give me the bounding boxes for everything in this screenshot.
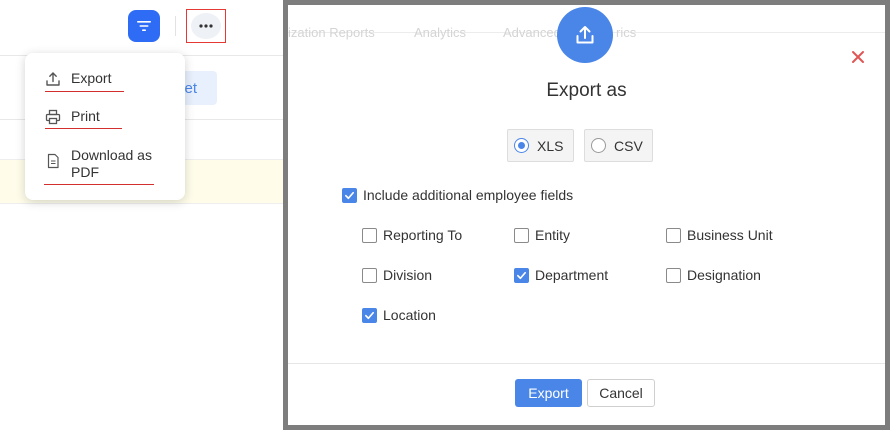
export-header-badge (557, 7, 613, 63)
menu-item-label: Export (71, 70, 112, 86)
filter-button[interactable] (128, 10, 160, 42)
checkbox-checked (362, 307, 377, 323)
format-label: XLS (537, 137, 564, 154)
format-label: CSV (614, 137, 643, 154)
upload-icon (46, 72, 60, 86)
field-checkbox-entity[interactable]: Entity (514, 227, 570, 243)
background-tab: Advanced (503, 25, 561, 40)
field-checkbox-business-unit[interactable]: Business Unit (666, 227, 773, 243)
filter-icon (137, 21, 151, 31)
checkbox-unchecked (666, 267, 681, 283)
background-tab: Analytics (414, 25, 467, 40)
export-button[interactable]: Export (515, 379, 582, 407)
dialog-title: Export as (546, 80, 627, 101)
checkbox-unchecked (666, 227, 681, 243)
upload-icon (576, 26, 594, 44)
background-button-label: et (184, 79, 197, 97)
background-tab: ization Reports (288, 25, 375, 40)
checkbox-label: Include additional employee fields (363, 187, 574, 203)
field-checkbox-reporting-to[interactable]: Reporting To (362, 227, 462, 243)
format-option-csv[interactable]: CSV (584, 129, 653, 162)
field-checkbox-designation[interactable]: Designation (666, 267, 761, 283)
field-checkbox-location[interactable]: Location (362, 307, 436, 323)
checkbox-unchecked (362, 267, 377, 283)
more-options-button[interactable] (186, 9, 226, 43)
checkbox-checked (514, 267, 529, 283)
checkbox-label: Entity (535, 227, 571, 243)
checkbox-label: Reporting To (383, 227, 463, 243)
check-icon (365, 311, 374, 319)
left-panel: et Export Print Download as PDF (0, 0, 283, 430)
checkbox-label: Designation (687, 267, 761, 283)
checkbox-label: Department (535, 267, 609, 283)
check-icon (517, 271, 526, 279)
menu-item-export[interactable]: Export (45, 70, 111, 87)
radio-unselected (591, 138, 606, 153)
checkbox-unchecked (514, 227, 529, 243)
check-icon (345, 191, 354, 199)
footer-divider (288, 363, 885, 364)
checkbox-label: Business Unit (687, 227, 773, 243)
more-dots-icon (199, 24, 213, 28)
printer-icon (45, 109, 61, 125)
checkbox-unchecked (362, 227, 377, 243)
checkbox-label: Location (383, 307, 436, 323)
document-icon (47, 153, 59, 169)
annotation-underline (45, 128, 122, 129)
menu-item-label: Download as PDF (71, 147, 152, 180)
format-option-xls[interactable]: XLS (507, 129, 574, 162)
more-options-menu: Export Print Download as PDF (25, 53, 185, 200)
export-dialog: ization Reports Analytics Advanced rics … (288, 5, 885, 425)
field-checkbox-department[interactable]: Department (514, 267, 608, 283)
toolbar-divider (175, 16, 176, 36)
more-button-bg (191, 13, 221, 39)
checkbox-label: Division (383, 267, 433, 283)
annotation-underline (45, 91, 124, 92)
menu-item-download-pdf[interactable]: Download as PDF (45, 147, 165, 181)
radio-selected (514, 138, 529, 153)
field-checkbox-division[interactable]: Division (362, 267, 432, 283)
include-fields-checkbox[interactable]: Include additional employee fields (342, 187, 573, 203)
cancel-button[interactable]: Cancel (587, 379, 655, 407)
close-icon[interactable] (850, 49, 866, 65)
background-tab: rics (616, 25, 637, 40)
menu-item-label: Print (71, 108, 100, 124)
annotation-underline (44, 184, 154, 185)
checkbox-checked (342, 187, 357, 203)
menu-item-print[interactable]: Print (45, 108, 100, 125)
